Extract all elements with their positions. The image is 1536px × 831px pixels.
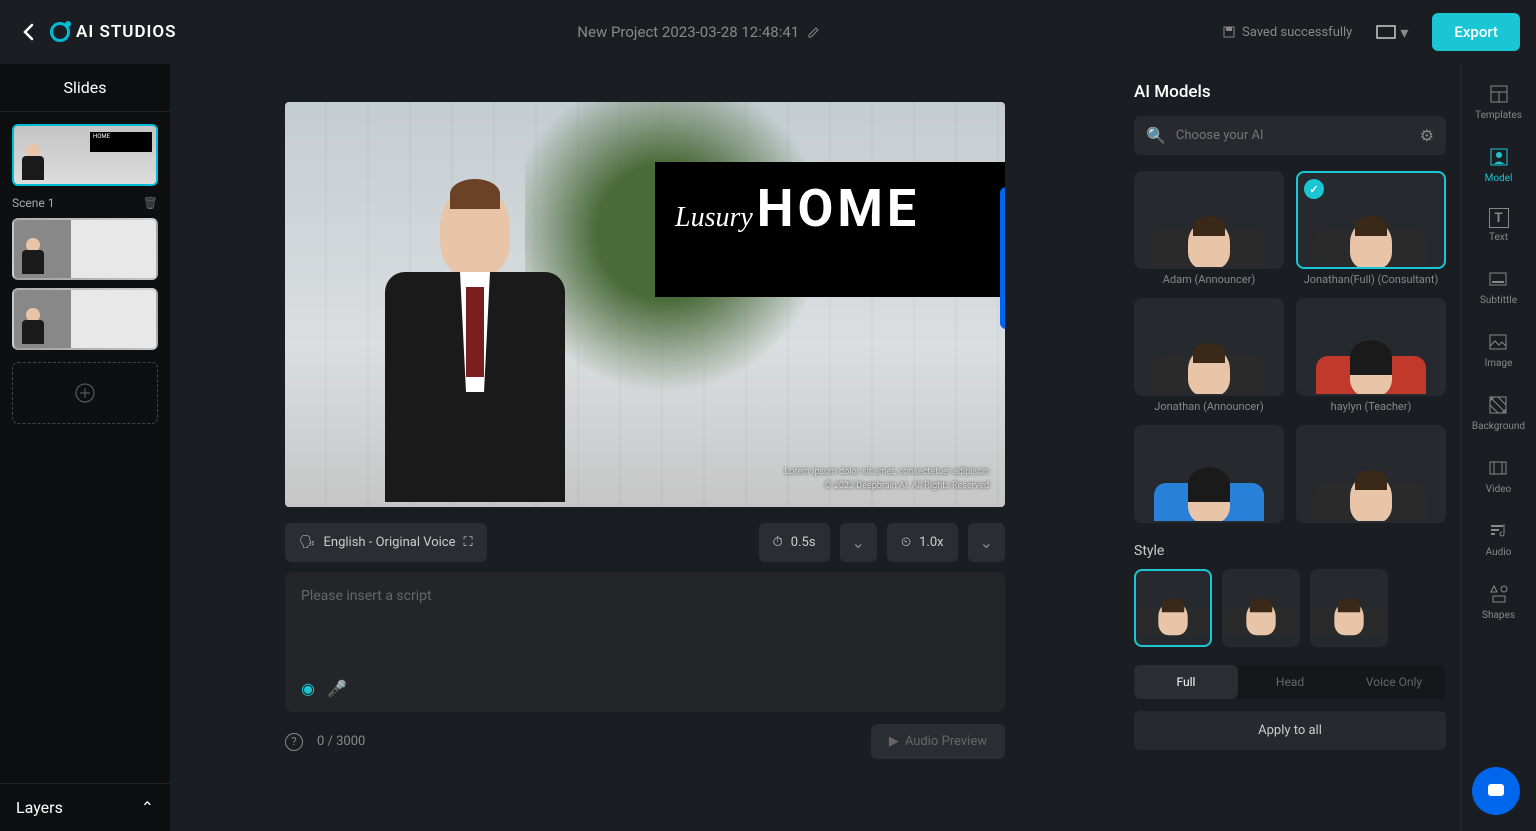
- style-tab-head[interactable]: Head: [1238, 665, 1342, 699]
- rail-image[interactable]: Image: [1485, 330, 1513, 369]
- edit-icon: [807, 25, 821, 39]
- language-selector[interactable]: 🗣 English - Original Voice ⛶: [285, 523, 487, 562]
- device-icon: [1376, 25, 1396, 39]
- check-icon: ✓: [1304, 179, 1324, 199]
- style-card-1[interactable]: [1134, 569, 1212, 647]
- audio-icon: [1486, 519, 1510, 543]
- add-slide-button[interactable]: [12, 362, 158, 424]
- play-icon: ▶: [889, 734, 899, 749]
- char-counter: 0 / 3000: [317, 734, 365, 749]
- script-ai-icon[interactable]: ◉: [301, 679, 315, 698]
- slide-thumb-1[interactable]: HOME: [12, 124, 158, 186]
- style-card-3[interactable]: [1310, 569, 1388, 647]
- model-card-adam[interactable]: [1134, 171, 1284, 269]
- save-icon: [1222, 25, 1236, 39]
- shapes-icon: [1487, 582, 1511, 606]
- canvas-lorem: Lorem ipsum dolor sit amet, consectetuer…: [784, 467, 989, 477]
- save-status: Saved successfully: [1222, 25, 1352, 40]
- model-icon: [1487, 145, 1511, 169]
- style-tab-voice[interactable]: Voice Only: [1342, 665, 1446, 699]
- back-button[interactable]: [16, 20, 40, 44]
- rail-video[interactable]: Video: [1486, 456, 1511, 495]
- rail-subtitle[interactable]: Subtittle: [1480, 267, 1517, 306]
- model-card-5[interactable]: [1134, 425, 1284, 523]
- rail-model[interactable]: Model: [1485, 145, 1513, 184]
- video-icon: [1486, 456, 1510, 480]
- model-card-jonathan[interactable]: [1134, 298, 1284, 396]
- model-card-jonathan-full[interactable]: ✓: [1296, 171, 1446, 269]
- help-icon[interactable]: ?: [285, 733, 303, 751]
- style-header: Style: [1134, 543, 1446, 559]
- rail-audio[interactable]: Audio: [1486, 519, 1512, 558]
- canvas-title-box[interactable]: Lusury HOME: [655, 162, 1005, 297]
- device-selector[interactable]: ▾: [1368, 19, 1416, 46]
- templates-icon: [1487, 82, 1511, 106]
- canvas-avatar[interactable]: [365, 187, 585, 507]
- models-search-input[interactable]: [1176, 128, 1410, 143]
- chat-bubble[interactable]: [1472, 767, 1520, 815]
- canvas-copyright: © 2023 Deepbrain AI. All Rights Reserved: [825, 481, 989, 491]
- rail-shapes[interactable]: Shapes: [1482, 582, 1515, 621]
- speed-dropdown[interactable]: ⌄: [968, 523, 1005, 562]
- logo-text: AI STUDIOS: [76, 22, 177, 42]
- microphone-icon[interactable]: 🎤: [327, 679, 347, 698]
- onboarding-tooltip: Choose your AI Human Select the AI Human…: [1000, 187, 1005, 329]
- rail-text[interactable]: T Text: [1489, 208, 1509, 243]
- duration-button[interactable]: ⏱ 0.5s: [759, 523, 830, 562]
- background-icon: [1486, 393, 1510, 417]
- slide-thumb-2[interactable]: [12, 218, 158, 280]
- logo: AI STUDIOS: [50, 22, 177, 42]
- filter-icon[interactable]: ⚙: [1420, 126, 1434, 145]
- scene-label: Scene 1: [12, 196, 54, 210]
- models-header: AI Models: [1134, 82, 1446, 102]
- rail-background[interactable]: Background: [1472, 393, 1525, 432]
- model-card-6[interactable]: [1296, 425, 1446, 523]
- models-search[interactable]: 🔍 ⚙: [1134, 116, 1446, 155]
- chevron-up-icon: ⌃: [141, 798, 154, 817]
- logo-icon: [50, 22, 70, 42]
- apply-all-button[interactable]: Apply to all: [1134, 711, 1446, 750]
- model-card-haylyn[interactable]: [1296, 298, 1446, 396]
- clock-icon: ⏱: [773, 535, 783, 550]
- speed-button[interactable]: ⏲ 1.0x: [887, 523, 958, 562]
- script-input[interactable]: Please insert a script ◉ 🎤: [285, 572, 1005, 712]
- expand-icon: ⛶: [463, 535, 472, 550]
- layers-toggle[interactable]: Layers ⌃: [0, 783, 170, 831]
- rail-templates[interactable]: Templates: [1475, 82, 1522, 121]
- audio-preview-button[interactable]: ▶ Audio Preview: [871, 724, 1005, 759]
- duration-dropdown[interactable]: ⌄: [840, 523, 877, 562]
- text-icon: T: [1489, 208, 1509, 228]
- subtitle-icon: [1486, 267, 1510, 291]
- speed-icon: ⏲: [901, 535, 911, 550]
- style-tab-full[interactable]: Full: [1134, 665, 1238, 699]
- slides-header: Slides: [0, 64, 170, 112]
- voice-icon: 🗣: [299, 535, 316, 550]
- image-icon: [1486, 330, 1510, 354]
- export-button[interactable]: Export: [1432, 13, 1520, 51]
- project-title[interactable]: New Project 2023-03-28 12:48:41: [577, 23, 821, 41]
- delete-scene-icon[interactable]: 🗑: [143, 196, 158, 210]
- canvas[interactable]: Lusury HOME Lorem ipsum dolor sit amet, …: [285, 102, 1005, 507]
- script-placeholder: Please insert a script: [301, 588, 989, 604]
- search-icon: 🔍: [1146, 126, 1166, 145]
- style-card-2[interactable]: [1222, 569, 1300, 647]
- chat-icon: [1485, 780, 1507, 802]
- slide-thumb-3[interactable]: [12, 288, 158, 350]
